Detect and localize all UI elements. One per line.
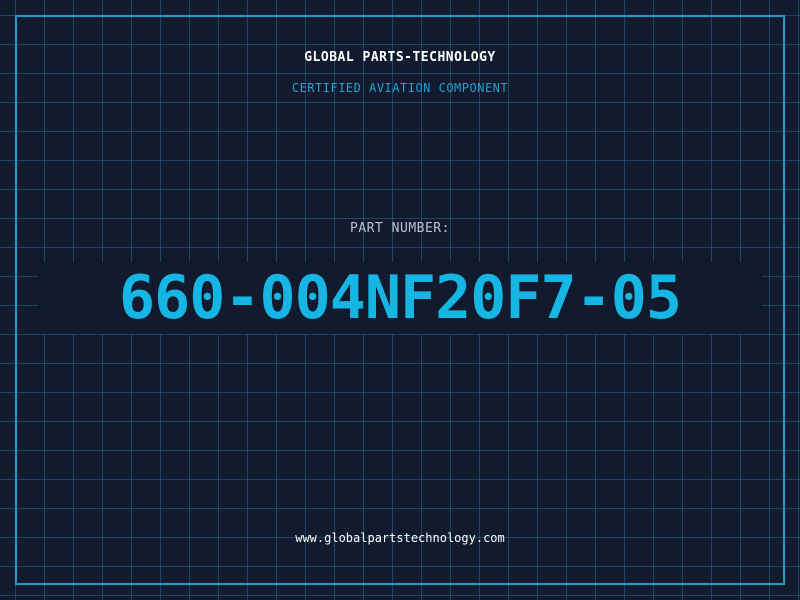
website-url: www.globalpartstechnology.com: [295, 531, 505, 545]
brand-subtitle: CERTIFIED AVIATION COMPONENT: [291, 81, 509, 95]
part-number-value: 660-004NF20F7-05: [119, 263, 682, 333]
part-number-panel: 660-004NF20F7-05: [38, 262, 762, 334]
brand-title: GLOBAL PARTS-TECHNOLOGY: [304, 50, 496, 65]
part-number-label: PART NUMBER:: [350, 221, 450, 236]
